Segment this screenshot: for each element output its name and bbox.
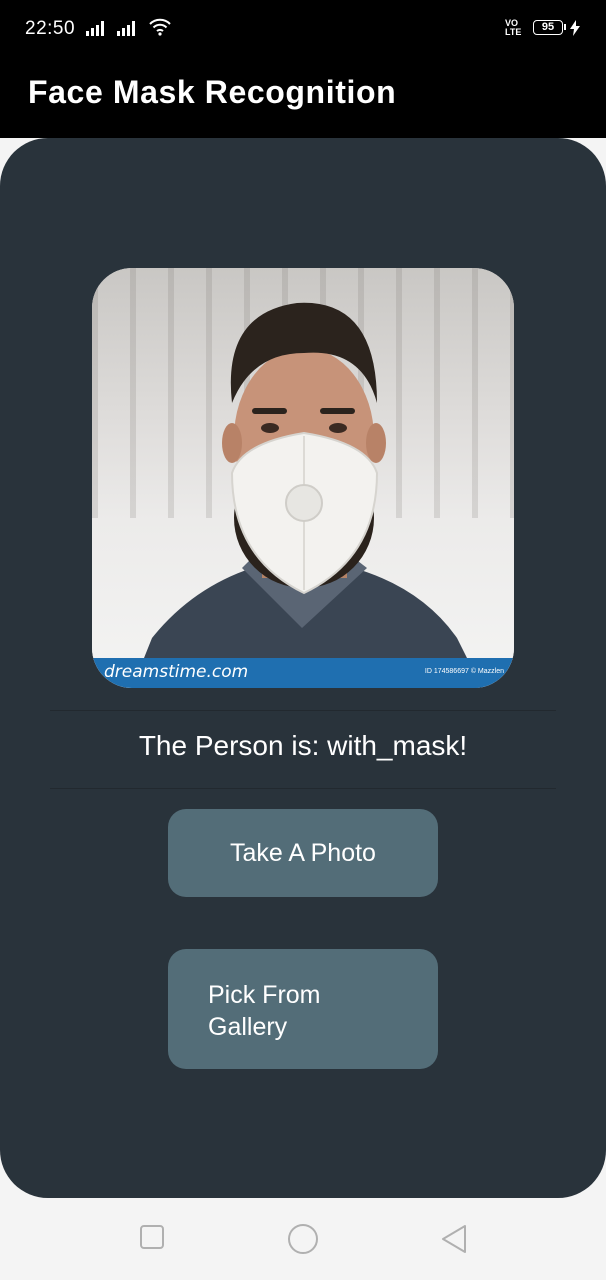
volte-icon: VO LTE	[505, 18, 522, 37]
take-photo-button[interactable]: Take A Photo	[168, 809, 438, 897]
main-card: dreamstime.com ID 174586697 © Mazzlen Th…	[0, 138, 606, 1198]
square-icon[interactable]	[139, 1224, 165, 1250]
battery-icon: 95	[533, 20, 566, 35]
system-nav-bar	[0, 1198, 606, 1280]
triangle-back-icon[interactable]	[440, 1224, 468, 1254]
wifi-icon	[149, 18, 171, 36]
person-with-mask-image	[132, 302, 482, 688]
charging-bolt-icon	[570, 20, 580, 36]
status-time: 22:50	[25, 18, 76, 39]
result-photo: dreamstime.com ID 174586697 © Mazzlen	[92, 268, 514, 688]
divider-top	[50, 710, 556, 711]
circle-icon[interactable]	[287, 1224, 319, 1256]
watermark-id: ID 174586697 © Mazzlen	[424, 668, 504, 675]
signal-2-icon	[117, 20, 135, 36]
result-text: The Person is: with_mask!	[138, 730, 468, 761]
pick-from-gallery-button[interactable]: Pick From Gallery	[168, 949, 438, 1069]
divider-bottom	[50, 788, 556, 789]
watermark-bar: dreamstime.com ID 174586697 © Mazzlen	[92, 658, 514, 688]
status-bar: 22:50 VO LTE 95	[0, 0, 606, 60]
app-title: Face Mask Recognition	[28, 74, 397, 110]
watermark-brand: dreamstime.com	[104, 662, 249, 682]
signal-1-icon	[86, 20, 104, 36]
app-bar: Face Mask Recognition	[0, 60, 606, 138]
